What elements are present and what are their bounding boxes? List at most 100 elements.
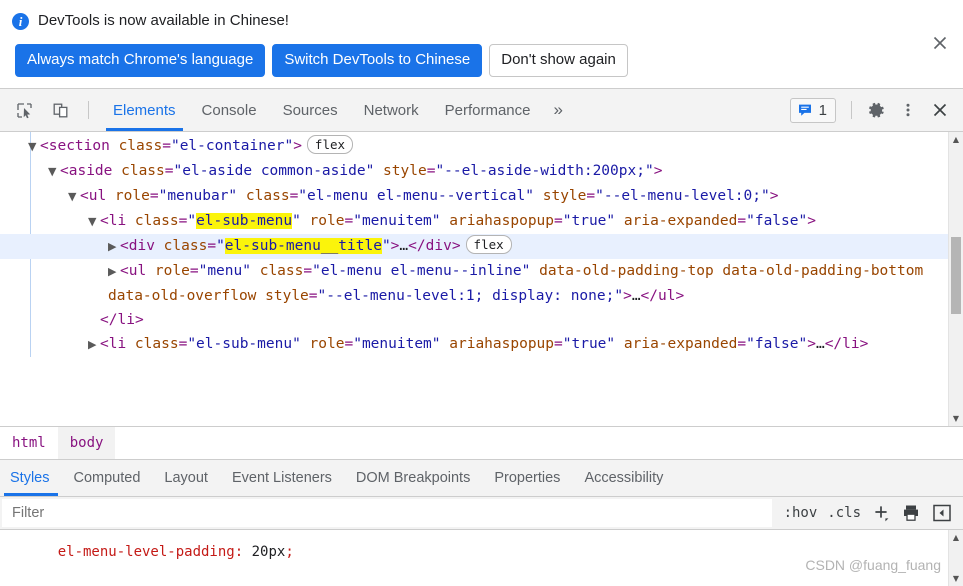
tab-console[interactable]: Console — [189, 89, 270, 131]
dom-token: </ — [824, 336, 843, 352]
dom-token: ariahaspopup — [440, 213, 555, 229]
dom-token: role — [106, 188, 150, 204]
kebab-menu-icon[interactable] — [893, 95, 923, 125]
dom-tree-row[interactable]: ▼ <section class="el-container"> flex — [0, 134, 963, 159]
dom-token: > — [807, 213, 816, 229]
scrollbar-thumb[interactable] — [951, 237, 961, 314]
dom-token: = — [586, 188, 596, 204]
more-tabs-chevron-icon[interactable]: » — [544, 89, 573, 131]
expand-arrow-closed-icon[interactable]: ▶ — [108, 235, 120, 259]
tab-layout[interactable]: Layout — [152, 460, 220, 496]
dom-token: " — [381, 238, 391, 254]
dom-token: aria-expanded — [615, 213, 738, 229]
tab-accessibility[interactable]: Accessibility — [572, 460, 675, 496]
dom-token: " — [187, 213, 197, 229]
hov-toggle[interactable]: :hov — [784, 505, 818, 521]
cls-toggle[interactable]: .cls — [827, 505, 861, 521]
dom-token: = — [303, 263, 313, 279]
expand-arrow-open-icon[interactable]: ▼ — [68, 185, 80, 209]
infobar-close-icon[interactable] — [929, 32, 951, 54]
dom-tree-panel[interactable]: ▼ <section class="el-container"> flex ▼ <asi… — [0, 132, 963, 427]
dom-tree-scrollbar[interactable]: ▲ ▼ — [948, 132, 963, 426]
dom-token: class — [126, 213, 179, 229]
expand-arrow-closed-icon[interactable]: ▶ — [88, 333, 100, 357]
dom-tree-row[interactable]: ▼ <ul role="menubar" class="el-menu el-me… — [0, 184, 963, 209]
tab-elements[interactable]: Elements — [100, 89, 189, 131]
styles-rules-pane[interactable]: el-menu-level-padding: 20px; --el-menu-i… — [0, 530, 963, 586]
tab-event-listeners[interactable]: Event Listeners — [220, 460, 344, 496]
dom-tree-row-selected[interactable]: ▶ <div class="el-sub-menu__title">…</div>… — [0, 234, 963, 259]
dom-token: class — [126, 336, 179, 352]
dom-tree-row[interactable]: ▼ <aside class="el-aside common-aside" st… — [0, 159, 963, 184]
dom-token: class — [250, 263, 304, 279]
expand-arrow-closed-icon[interactable]: ▶ — [108, 260, 120, 284]
tab-sources[interactable]: Sources — [270, 89, 351, 131]
always-match-chrome-language-button[interactable]: Always match Chrome's language — [15, 44, 266, 77]
scroll-up-icon[interactable]: ▲ — [949, 132, 963, 147]
tab-network[interactable]: Network — [351, 89, 432, 131]
dom-token: = — [737, 336, 747, 352]
inspect-element-icon[interactable] — [9, 95, 39, 125]
dom-token: "false" — [746, 213, 808, 229]
tab-styles[interactable]: Styles — [0, 460, 62, 496]
styles-scroll-down-icon[interactable]: ▼ — [949, 571, 963, 586]
gear-icon[interactable] — [861, 95, 891, 125]
dom-token: "el-sub-menu" — [187, 336, 301, 352]
expand-arrow-open-icon[interactable]: ▼ — [48, 160, 60, 184]
plus-icon[interactable] — [871, 503, 891, 523]
switch-devtools-to-chinese-button[interactable]: Switch DevTools to Chinese — [272, 44, 483, 77]
styles-scrollbar[interactable]: ▲ ▼ — [948, 530, 963, 586]
dom-token: … — [399, 238, 409, 254]
dom-token: > — [134, 312, 144, 328]
panel-toggle-icon[interactable] — [931, 502, 953, 524]
dom-token: "--el-menu-level:1; display: none;" — [317, 288, 624, 304]
breadcrumb-item-html[interactable]: html — [0, 427, 58, 459]
toolbar-separator-right — [851, 101, 852, 119]
dom-tree-row[interactable]: ▶ <ul role="menu" class="el-menu el-menu-… — [0, 259, 963, 308]
styles-sidebar-tabs: Styles Computed Layout Event Listeners D… — [0, 460, 963, 497]
styles-scroll-up-icon[interactable]: ▲ — [949, 530, 963, 545]
tab-computed[interactable]: Computed — [62, 460, 153, 496]
css-property-name-0: el-menu-level-padding — [57, 544, 235, 560]
flex-badge[interactable]: flex — [306, 135, 354, 154]
devtools-main-toolbar: Elements Console Sources Network Perform… — [0, 89, 963, 132]
devtools-language-infobar: i DevTools is now available in Chinese! … — [0, 0, 963, 89]
close-devtools-icon[interactable] — [925, 95, 955, 125]
dom-token: ul — [128, 263, 147, 279]
dom-tree-row[interactable]: ▶ <li class="el-sub-menu" role="menuitem"… — [0, 332, 963, 357]
dom-token: = — [289, 188, 299, 204]
device-toolbar-icon[interactable] — [45, 95, 75, 125]
issues-counter-button[interactable]: 1 — [789, 97, 836, 123]
dom-token: = — [149, 188, 159, 204]
dom-token: < — [40, 138, 49, 154]
tab-dom-breakpoints[interactable]: DOM Breakpoints — [344, 460, 482, 496]
dom-token: class — [237, 188, 290, 204]
dom-token: > — [769, 188, 779, 204]
dom-tree[interactable]: ▼ <section class="el-container"> flex ▼ <asi… — [0, 132, 963, 357]
styles-filter-input[interactable] — [2, 499, 772, 527]
dom-token: = — [164, 163, 174, 179]
dom-tree-row[interactable]: </li> — [0, 308, 963, 332]
dom-token: aria-expanded — [615, 336, 738, 352]
print-style-icon[interactable] — [901, 503, 921, 523]
tab-performance[interactable]: Performance — [432, 89, 544, 131]
breadcrumb-item-body[interactable]: body — [57, 427, 116, 459]
toolbar-left-icons — [0, 89, 96, 131]
expand-arrow-open-icon[interactable]: ▼ — [28, 135, 40, 159]
dont-show-again-button[interactable]: Don't show again — [489, 44, 628, 77]
dom-token: class — [154, 238, 208, 254]
dom-tree-row[interactable]: ▼ <li class="el-sub-menu" role="menuitem"… — [0, 209, 963, 234]
dom-token: "el-menu el-menu--inline" — [312, 263, 531, 279]
tab-properties[interactable]: Properties — [482, 460, 572, 496]
expand-arrow-open-icon[interactable]: ▼ — [88, 210, 100, 234]
scroll-down-icon[interactable]: ▼ — [949, 411, 963, 426]
dom-token: ariahaspopup — [440, 336, 555, 352]
dom-token: class — [109, 138, 163, 154]
dom-token: "el-menu el-menu--vertical" — [298, 188, 534, 204]
dom-token: < — [120, 263, 129, 279]
infobar-buttons: Always match Chrome's language Switch De… — [12, 44, 951, 77]
dom-token: style — [534, 188, 587, 204]
dom-token: style — [256, 288, 309, 304]
flex-badge[interactable]: flex — [465, 235, 512, 254]
dom-token: " — [292, 213, 301, 229]
